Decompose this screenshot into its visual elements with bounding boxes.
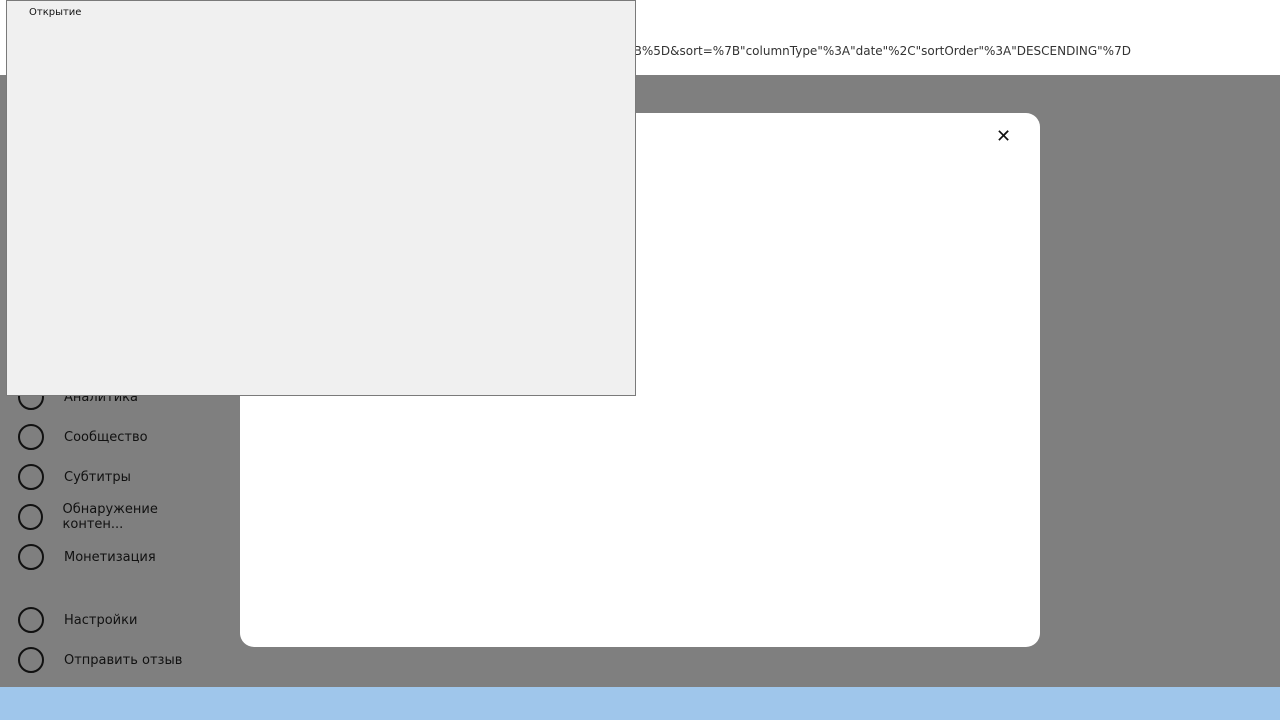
sidebar-item-label: Субтитры bbox=[64, 469, 131, 485]
close-icon[interactable]: ✕ bbox=[996, 128, 1014, 146]
dialog-title: Открытие bbox=[29, 7, 82, 18]
sidebar-item-settings[interactable]: Настройки bbox=[18, 607, 138, 633]
sidebar-item-content-detection[interactable]: Обнаружение контен... bbox=[18, 502, 212, 532]
gear-icon bbox=[18, 607, 44, 633]
sidebar-item-label: Настройки bbox=[64, 612, 138, 628]
sidebar-item-monetization[interactable]: Монетизация bbox=[18, 544, 156, 570]
community-icon bbox=[18, 424, 44, 450]
sidebar-item-community[interactable]: Сообщество bbox=[18, 424, 148, 450]
sidebar-item-feedback[interactable]: Отправить отзыв bbox=[18, 647, 183, 673]
sidebar-item-label: Монетизация bbox=[64, 549, 156, 565]
sidebar-item-subtitles[interactable]: Субтитры bbox=[18, 464, 131, 490]
windows-taskbar bbox=[0, 687, 1280, 720]
address-bar[interactable]: 5B%5D&sort=%7B"columnType"%3A"date"%2C"s… bbox=[626, 44, 1131, 58]
feedback-icon bbox=[18, 647, 44, 673]
sidebar-item-label: Сообщество bbox=[64, 429, 148, 445]
sidebar-item-label: Отправить отзыв bbox=[64, 652, 183, 668]
sidebar-item-label: Обнаружение контен... bbox=[62, 502, 158, 532]
subtitles-icon bbox=[18, 464, 44, 490]
dollar-icon bbox=[18, 544, 44, 570]
file-open-dialog: Открытие bbox=[6, 0, 636, 396]
copyright-icon bbox=[18, 504, 43, 530]
